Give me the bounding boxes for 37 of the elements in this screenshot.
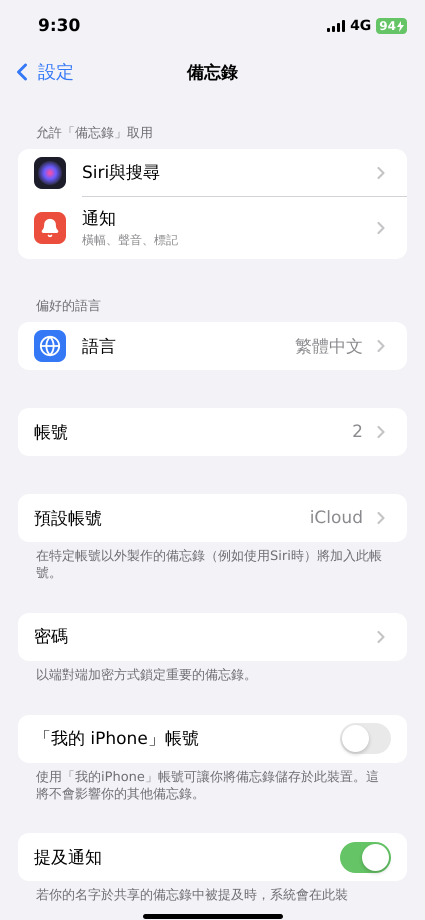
section-footer: 以端對端加密方式鎖定重要的備忘錄。 bbox=[0, 660, 425, 685]
settings-row[interactable]: 帳號 2 bbox=[18, 408, 407, 456]
row-label: 提及通知 bbox=[34, 846, 103, 869]
battery-indicator: 94 bbox=[376, 18, 407, 34]
back-button[interactable]: 設定 bbox=[8, 58, 74, 86]
settings-row[interactable]: 通知 橫幅、聲音、標記 bbox=[18, 197, 407, 259]
row-subtitle: 橫幅、聲音、標記 bbox=[82, 232, 179, 249]
row-value: 繁體中文 bbox=[295, 336, 363, 358]
row-label: 帳號 bbox=[34, 422, 69, 444]
row-label: 「我的 iPhone」帳號 bbox=[34, 728, 200, 750]
row-label: Siri與搜尋 bbox=[82, 162, 162, 184]
toggle-switch[interactable] bbox=[340, 723, 391, 754]
section-header: 偏好的語言 bbox=[35, 298, 102, 316]
siri-icon bbox=[34, 157, 66, 189]
row-value: iCloud bbox=[310, 508, 363, 528]
section-footer: 在特定帳號以外製作的備忘錄（例如使用Siri時）將加入此帳號。 bbox=[0, 542, 425, 583]
status-time: 9:30 bbox=[38, 16, 80, 36]
network-label: 4G bbox=[350, 18, 372, 34]
settings-row[interactable]: 預設帳號 iCloud bbox=[18, 494, 407, 542]
toggle-row[interactable]: 提及通知 bbox=[18, 833, 407, 882]
row-label: 通知 bbox=[82, 208, 117, 230]
row-label: 密碼 bbox=[34, 626, 69, 648]
section-header: 允許「備忘錄」取用 bbox=[35, 125, 154, 143]
toggle-row[interactable]: 「我的 iPhone」帳號 bbox=[18, 714, 407, 763]
row-value: 2 bbox=[352, 422, 363, 442]
toggle-switch[interactable] bbox=[340, 842, 391, 873]
notification-bell-icon bbox=[34, 212, 66, 244]
settings-row[interactable]: 密碼 bbox=[18, 612, 407, 661]
settings-row[interactable]: Siri與搜尋 bbox=[18, 149, 407, 197]
globe-icon bbox=[34, 330, 66, 362]
page-title: 備忘錄 bbox=[187, 62, 238, 84]
section-footer: 使用「我的iPhone」帳號可讓你將備忘錄儲存於此裝置。這將不會影響你的其他備忘錄。 bbox=[0, 762, 425, 804]
signal-icon bbox=[327, 20, 346, 32]
settings-row[interactable]: 語言 繁體中文 bbox=[18, 322, 407, 370]
section-footer: 若你的名字於共享的備忘錄中被提及時，系統會在此裝 bbox=[0, 881, 425, 906]
row-label: 語言 bbox=[82, 336, 117, 358]
row-label: 預設帳號 bbox=[34, 508, 103, 530]
